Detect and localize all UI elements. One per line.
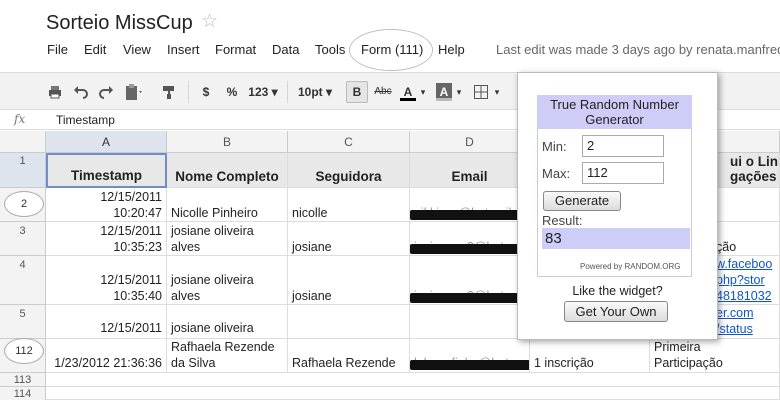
row-header-5[interactable]: 5 <box>0 305 46 339</box>
last-edit-note[interactable]: Last edit was made 3 days ago by renata.… <box>496 42 780 57</box>
like-widget-text: Like the widget? <box>572 284 663 298</box>
fx-icon: fx <box>14 112 26 126</box>
table-cell-timestamp[interactable]: 12/15/2011 10:35:23 <box>46 222 167 256</box>
row-header-4[interactable]: 4 <box>0 256 46 305</box>
row-header-2[interactable]: 2 <box>0 188 46 222</box>
table-cell-seguidora[interactable]: josiane <box>288 222 410 256</box>
table-cell-seguidora[interactable] <box>288 305 410 339</box>
print-icon[interactable] <box>47 84 63 100</box>
paint-format-icon[interactable] <box>161 84 177 100</box>
text-color-button[interactable]: A <box>400 83 416 101</box>
widget-title: True Random Number Generator <box>537 95 692 129</box>
row-2-highlight-circle: 2 <box>5 192 43 216</box>
table-cell-seguidora[interactable]: josiane <box>288 256 410 305</box>
row-112-highlight-circle: 112 <box>5 339 43 363</box>
column-header-a[interactable]: A <box>46 131 167 153</box>
star-icon[interactable]: ☆ <box>201 10 218 33</box>
redaction-bar <box>410 360 529 370</box>
table-cell-e[interactable]: 1 inscrição <box>530 339 650 373</box>
column-header-b[interactable]: B <box>167 131 288 153</box>
borders-icon[interactable] <box>473 84 489 100</box>
header-cell-nome[interactable]: Nome Completo <box>167 153 288 188</box>
undo-icon[interactable] <box>73 84 89 100</box>
toolbar-separator <box>188 81 189 103</box>
chevron-down-icon[interactable]: ▾ <box>454 83 464 101</box>
table-cell-f[interactable]: Primeira Participação <box>650 339 780 373</box>
menu-edit[interactable]: Edit <box>84 42 106 57</box>
max-label: Max: <box>542 166 571 181</box>
table-cell-timestamp[interactable]: 12/15/2011 10:20:47 <box>46 188 167 222</box>
chevron-down-icon[interactable]: ▾ <box>418 83 428 101</box>
menu-help[interactable]: Help <box>438 42 465 57</box>
table-cell-email[interactable] <box>410 305 530 339</box>
clipboard-icon[interactable] <box>124 83 144 101</box>
table-cell-nome[interactable]: Rafhaela Rezende da Silva <box>167 339 288 373</box>
table-cell-email[interactable]: josiane_x2@hotmail <box>410 256 530 305</box>
table-cell-seguidora[interactable]: nicolle <box>288 188 410 222</box>
font-size-dropdown[interactable]: 10pt ▾ <box>295 83 335 101</box>
menu-form[interactable]: Form (111) <box>361 42 423 57</box>
formula-input[interactable]: Timestamp <box>56 113 115 127</box>
table-row-empty[interactable] <box>46 387 780 400</box>
table-cell-seguidora[interactable]: Rafhaela Rezende <box>288 339 410 373</box>
powered-by-random-org[interactable]: Powered by RANDOM.ORG <box>580 262 680 271</box>
redaction-bar <box>410 210 529 220</box>
percent-format-button[interactable]: % <box>224 83 240 101</box>
row-header-112[interactable]: 112 <box>0 339 46 373</box>
get-your-own-button[interactable]: Get Your Own <box>564 301 668 322</box>
row-header-3[interactable]: 3 <box>0 222 46 256</box>
menu-tools[interactable]: Tools <box>315 42 345 57</box>
table-row-empty[interactable] <box>46 373 780 387</box>
table-cell-timestamp[interactable]: 12/15/2011 10:35:40 <box>46 256 167 305</box>
column-header-d[interactable]: D <box>410 131 530 153</box>
currency-format-button[interactable]: $ <box>199 83 213 101</box>
row-header-1[interactable]: 1 <box>0 153 46 188</box>
table-cell-email[interactable]: lala_rafinha@hotm <box>410 339 530 373</box>
table-cell-email[interactable]: nikki_ss@hotmail <box>410 188 530 222</box>
header-cell-seguidora[interactable]: Seguidora <box>288 153 410 188</box>
doc-title[interactable]: Sorteio MissCup <box>46 12 193 35</box>
header-cell-timestamp[interactable]: Timestamp <box>46 153 167 188</box>
menu-file[interactable]: File <box>47 42 68 57</box>
strikethrough-button[interactable]: Abc <box>373 83 393 101</box>
row-header-114[interactable]: 114 <box>0 387 46 400</box>
row-header-113[interactable]: 113 <box>0 373 46 387</box>
menu-format[interactable]: Format <box>215 42 256 57</box>
min-label: Min: <box>542 139 567 154</box>
column-header-c[interactable]: C <box>288 131 410 153</box>
redaction-bar <box>410 244 529 254</box>
redo-icon[interactable] <box>98 84 114 100</box>
random-number-widget: True Random Number Generator Min: 2 Max:… <box>517 72 718 340</box>
menu-insert[interactable]: Insert <box>167 42 200 57</box>
menu-data[interactable]: Data <box>272 42 299 57</box>
result-value: 83 <box>542 228 690 249</box>
table-cell-email[interactable]: josiane_x2@hotmail <box>410 222 530 256</box>
table-cell-timestamp[interactable]: 1/23/2012 21:36:36 <box>46 339 167 373</box>
min-input[interactable]: 2 <box>582 135 664 157</box>
number-format-dropdown[interactable]: 123 ▾ <box>246 83 280 101</box>
max-input[interactable]: 112 <box>582 162 664 184</box>
toolbar-separator <box>287 81 288 103</box>
table-cell-nome[interactable]: josiane oliveira <box>167 305 288 339</box>
table-cell-nome[interactable]: josiane oliveira alves <box>167 256 288 305</box>
table-cell-nome[interactable]: Nicolle Pinheiro <box>167 188 288 222</box>
fill-color-button[interactable]: A <box>436 83 452 101</box>
redaction-bar <box>410 293 529 303</box>
result-label: Result: <box>542 213 583 228</box>
chevron-down-icon[interactable]: ▾ <box>492 83 502 101</box>
generate-button[interactable]: Generate <box>543 191 621 211</box>
menu-view[interactable]: View <box>123 42 151 57</box>
table-cell-nome[interactable]: josiane oliveira alves <box>167 222 288 256</box>
header-cell-email[interactable]: Email <box>410 153 530 188</box>
table-cell-timestamp[interactable]: 12/15/2011 <box>46 305 167 339</box>
bold-button[interactable]: B <box>346 81 368 103</box>
select-all-corner[interactable] <box>0 131 46 153</box>
